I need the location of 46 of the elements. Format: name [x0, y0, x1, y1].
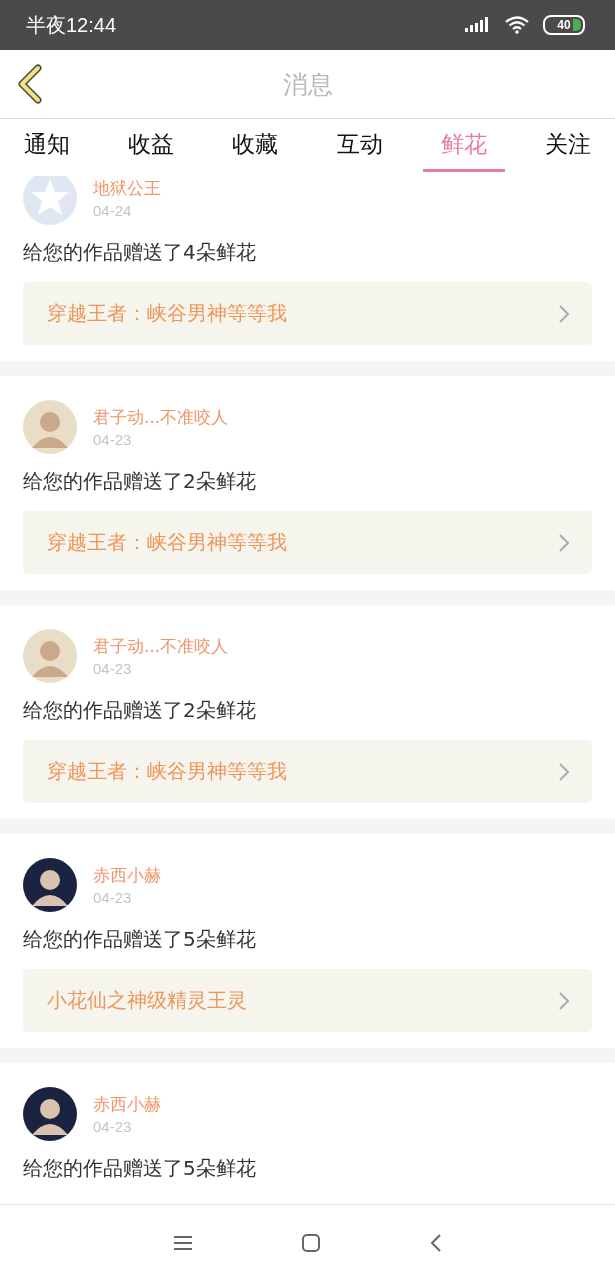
avatar-icon: [23, 1087, 77, 1141]
tab[interactable]: 收藏: [214, 119, 297, 172]
tab[interactable]: 收益: [110, 119, 193, 172]
message-text: 给您的作品赠送了2朵鲜花: [23, 697, 257, 724]
message-date: 04-24: [93, 202, 133, 219]
work-link[interactable]: 穿越王者：峡谷男神等等我: [23, 282, 592, 345]
message-text: 给您的作品赠送了5朵鲜花: [23, 1155, 257, 1182]
battery-icon: 40: [543, 15, 585, 35]
sender-name[interactable]: 地狱公王: [93, 177, 161, 200]
status-time: 半夜12:44: [26, 12, 117, 38]
sender-name[interactable]: 君子动...不准咬人: [93, 406, 229, 429]
tab[interactable]: 通知: [6, 119, 88, 172]
avatar-icon: [23, 629, 77, 683]
signal-icon: [465, 17, 491, 33]
tab[interactable]: 关注: [526, 119, 609, 172]
tab[interactable]: 互动: [318, 119, 401, 172]
home-icon[interactable]: [300, 1232, 321, 1253]
work-title[interactable]: 小花仙之神级精灵王灵: [47, 987, 247, 1014]
work-title[interactable]: 穿越王者：峡谷男神等等我: [47, 529, 287, 556]
message-date: 04-23: [93, 431, 133, 448]
sender-name[interactable]: 赤西小赫: [93, 864, 161, 887]
wifi-icon: [505, 16, 529, 34]
work-title[interactable]: 穿越王者：峡谷男神等等我: [47, 300, 287, 327]
message-text: 给您的作品赠送了4朵鲜花: [23, 239, 257, 266]
message-text: 给您的作品赠送了5朵鲜花: [23, 926, 257, 953]
chevron-icon: [558, 532, 570, 553]
chevron-icon: [558, 990, 570, 1011]
avatar-icon: [23, 400, 77, 454]
sender-name[interactable]: 君子动...不准咬人: [93, 635, 229, 658]
message-date: 04-23: [93, 660, 133, 677]
message-text: 给您的作品赠送了2朵鲜花: [23, 468, 257, 495]
work-link[interactable]: 小花仙之神级精灵王灵: [23, 969, 592, 1032]
work-link[interactable]: 穿越王者：峡谷男神等等我: [23, 740, 592, 803]
tab[interactable]: 鲜花: [422, 119, 505, 172]
work-link[interactable]: 穿越王者：峡谷男神等等我: [23, 511, 592, 574]
back-icon[interactable]: [16, 64, 44, 104]
back-nav-icon[interactable]: [428, 1232, 443, 1253]
message-date: 04-23: [93, 1118, 133, 1135]
chevron-icon: [558, 761, 570, 782]
page-title: 消息: [282, 68, 333, 101]
sender-name[interactable]: 赤西小赫: [93, 1093, 161, 1116]
avatar-icon: [23, 858, 77, 912]
menu-icon[interactable]: [172, 1234, 193, 1251]
message-date: 04-23: [93, 889, 133, 906]
work-title[interactable]: 穿越王者：峡谷男神等等我: [47, 758, 287, 785]
chevron-icon: [558, 303, 570, 324]
